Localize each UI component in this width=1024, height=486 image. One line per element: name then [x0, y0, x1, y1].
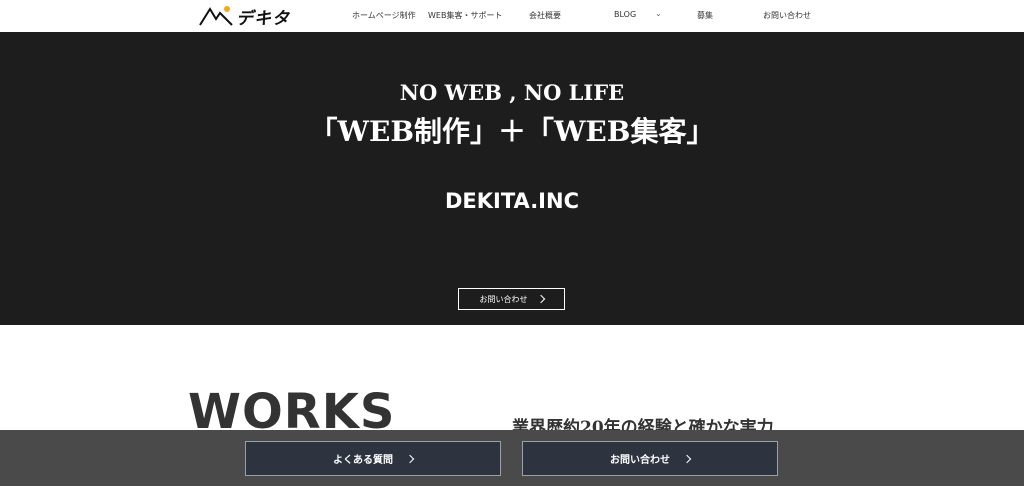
site-header: デキタ ホームページ制作 WEB集客・サポート 会社概要 BLOG ⌄ 募集 お…	[0, 0, 1024, 32]
bottom-action-bar: よくある質問 お問い合わせ	[0, 430, 1024, 486]
hero-contact-label: お問い合わせ	[479, 294, 528, 304]
hero-tagline: NO WEB , NO LIFE	[399, 80, 625, 105]
faq-button-label: よくある質問	[333, 455, 393, 466]
hero-company-name: DEKITA.INC	[445, 189, 579, 213]
chevron-right-icon	[405, 454, 415, 463]
contact-button[interactable]: お問い合わせ	[522, 441, 778, 476]
nav-item-contact[interactable]: お問い合わせ	[763, 10, 811, 21]
site-logo[interactable]: デキタ	[198, 4, 290, 29]
hero-headline: 「WEB制作」＋「WEB集客」	[309, 115, 715, 148]
logo-text: デキタ	[236, 8, 290, 29]
nav-item-web-marketing[interactable]: WEB集客・サポート	[428, 10, 502, 21]
hero-contact-button[interactable]: お問い合わせ	[458, 288, 565, 310]
nav-item-company[interactable]: 会社概要	[529, 10, 561, 21]
nav-item-blog[interactable]: BLOG	[614, 10, 636, 19]
nav-item-website-production[interactable]: ホームページ制作	[352, 10, 416, 21]
contact-button-label: お問い合わせ	[610, 455, 670, 466]
faq-button[interactable]: よくある質問	[245, 441, 501, 476]
chevron-right-icon	[682, 454, 692, 463]
hero-section: NO WEB , NO LIFE 「WEB制作」＋「WEB集客」 DEKITA.…	[0, 32, 1024, 325]
mountain-logo-icon	[199, 6, 233, 26]
chevron-down-icon[interactable]: ⌄	[655, 9, 662, 18]
chevron-right-icon	[536, 294, 545, 304]
nav-item-recruit[interactable]: 募集	[697, 10, 713, 21]
